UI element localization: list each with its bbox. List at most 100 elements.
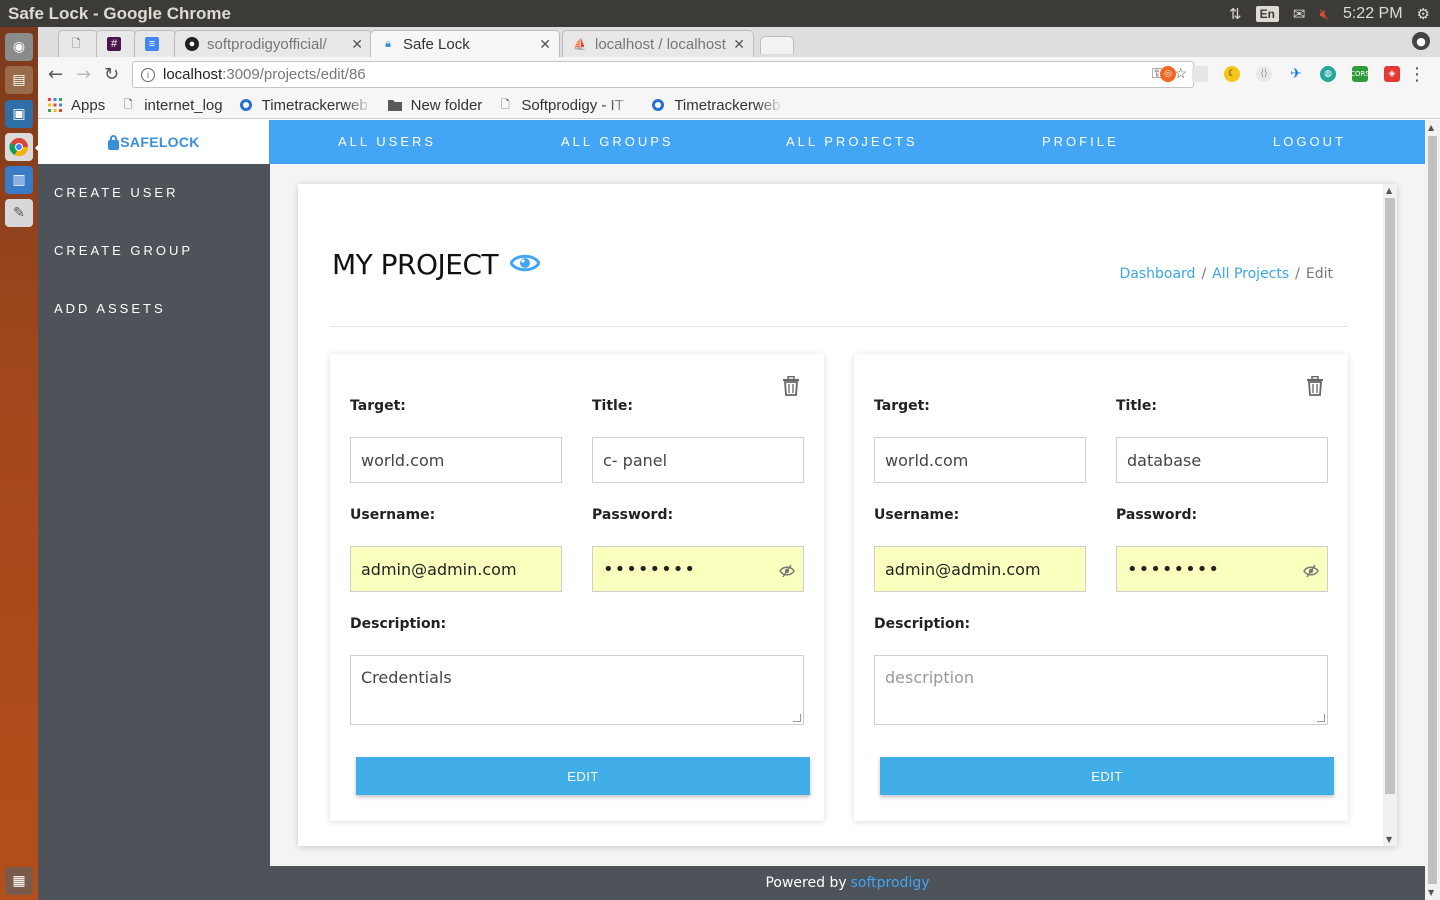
launcher: ◉ ▤ ▣ ▥ ✎ ▦	[0, 27, 40, 900]
resize-handle[interactable]	[793, 714, 801, 722]
tab-blank[interactable]: 🗋	[58, 30, 98, 57]
os-top-bar: Safe Lock - Google Chrome ⇅ En ✉ 🔇︎ 5:22…	[0, 0, 1440, 27]
phpmyadmin-icon: ⛵	[573, 38, 587, 51]
footer-link[interactable]: softprodigy	[851, 875, 930, 891]
browser-toolbar: ← → ↻ i localhost:3009/projects/edit/86 …	[38, 57, 1440, 92]
extension-ubuntu-icon[interactable]: ◎	[1160, 66, 1176, 82]
nav-logout[interactable]: LOGOUT	[1273, 134, 1346, 149]
close-tab-icon[interactable]: ✕	[733, 36, 745, 53]
description-textarea[interactable]: Credentials	[350, 655, 804, 725]
text-editor-icon[interactable]: ✎	[5, 199, 33, 227]
tab-github[interactable]: ● softprodigyofficial/ ✕	[174, 30, 372, 57]
close-tab-icon[interactable]: ✕	[351, 36, 363, 53]
tab-strip: 🗋 # ≡ ● softprodigyofficial/ ✕ 🔒︎ Safe L…	[38, 27, 1440, 57]
extension-code-icon[interactable]: ⟨⟩	[1256, 66, 1272, 82]
sidebar: SAFELOCK CREATE USER CREATE GROUP ADD AS…	[38, 120, 270, 900]
terminal-icon[interactable]: ▣	[5, 100, 33, 128]
slack-icon: #	[107, 37, 121, 51]
chrome-icon[interactable]	[5, 133, 33, 161]
bookmark-new-folder[interactable]: New folder	[387, 97, 482, 114]
username-input[interactable]: admin@admin.com	[874, 546, 1086, 592]
resize-handle[interactable]	[1317, 714, 1325, 722]
password-value: ••••••••	[1127, 558, 1220, 580]
title-input[interactable]: database	[1116, 437, 1328, 483]
nav-all-groups[interactable]: ALL GROUPS	[561, 134, 674, 149]
address-bar[interactable]: i localhost:3009/projects/edit/86 ⚿ ☆	[132, 61, 1194, 88]
password-input[interactable]: ••••••••	[592, 546, 804, 592]
document-viewer-icon[interactable]: ▥	[5, 166, 33, 194]
title-input[interactable]: c- panel	[592, 437, 804, 483]
project-card: MY PROJECT Dashboard / All Projects / Edit T…	[298, 184, 1397, 846]
tab-phpmyadmin[interactable]: ⛵ localhost / localhost ✕	[562, 30, 754, 57]
eye-icon[interactable]	[509, 250, 541, 280]
scrollbar-thumb[interactable]	[1385, 198, 1395, 794]
scroll-down-icon[interactable]: ▼	[1386, 835, 1392, 844]
apps-grid-icon	[48, 98, 62, 112]
settings-gear-icon[interactable]: ⚙	[1417, 5, 1430, 23]
target-input[interactable]: world.com	[874, 437, 1086, 483]
network-icon[interactable]: ⇅	[1229, 5, 1242, 23]
asset-card: Target: Title: world.com c- panel Userna…	[330, 354, 824, 821]
extension-grid-icon[interactable]	[1192, 66, 1208, 82]
bookmark-softprodigy[interactable]: 🗋 Softprodigy - IT	[498, 97, 635, 114]
trash-launcher-icon[interactable]: ▦	[5, 867, 33, 895]
bookmark-timetracker-2[interactable]: Timetrackerweb	[651, 97, 784, 114]
bookmark-internet-log[interactable]: 🗋 internet_log	[121, 97, 223, 114]
dash-home-icon[interactable]: ◉	[5, 33, 33, 61]
forward-arrow-icon[interactable]: →	[76, 64, 91, 85]
tab-safe-lock[interactable]: 🔒︎ Safe Lock ✕	[370, 30, 560, 57]
brand-logo[interactable]: SAFELOCK	[38, 120, 270, 164]
tab-slack[interactable]: #	[96, 30, 136, 57]
profile-icon[interactable]: ●	[1412, 32, 1430, 50]
scroll-up-icon[interactable]: ▲	[1386, 186, 1392, 195]
extension-plane-icon[interactable]: ✈	[1288, 66, 1304, 82]
trash-icon[interactable]	[782, 375, 800, 400]
breadcrumb-dashboard[interactable]: Dashboard	[1119, 266, 1195, 282]
extension-globe-icon[interactable]: ◍	[1320, 66, 1336, 82]
files-icon[interactable]: ▤	[5, 66, 33, 94]
extension-notify-icon[interactable]: ◈	[1384, 66, 1400, 82]
sidebar-item-add-assets[interactable]: ADD ASSETS	[54, 301, 166, 316]
site-info-icon[interactable]: i	[141, 67, 155, 82]
back-arrow-icon[interactable]: ←	[48, 64, 63, 85]
page-scrollbar[interactable]: ▲ ▼	[1425, 120, 1440, 900]
nav-all-projects[interactable]: ALL PROJECTS	[786, 134, 918, 149]
toggle-password-eye-icon[interactable]	[1303, 562, 1319, 583]
breadcrumb-all-projects[interactable]: All Projects	[1212, 266, 1289, 282]
bookmark-timetracker[interactable]: Timetrackerweb	[239, 97, 372, 114]
scroll-up-icon[interactable]: ▲	[1428, 123, 1434, 132]
password-input[interactable]: ••••••••	[1116, 546, 1328, 592]
reload-icon[interactable]: ↻	[104, 64, 119, 85]
close-tab-icon[interactable]: ✕	[539, 36, 551, 53]
new-tab-button[interactable]	[760, 36, 794, 54]
edit-button[interactable]: EDIT	[880, 757, 1334, 795]
breadcrumb-separator: /	[1201, 266, 1207, 282]
edit-button[interactable]: EDIT	[356, 757, 810, 795]
title-label: Title:	[592, 398, 633, 414]
bookmark-apps[interactable]: Apps	[48, 97, 105, 114]
toggle-password-eye-icon[interactable]	[779, 562, 795, 583]
tab-label: Safe Lock	[403, 35, 470, 53]
username-input[interactable]: admin@admin.com	[350, 546, 562, 592]
sidebar-item-create-user[interactable]: CREATE USER	[54, 185, 179, 200]
description-textarea[interactable]: description	[874, 655, 1328, 725]
scrollbar-thumb[interactable]	[1428, 136, 1437, 884]
clock[interactable]: 5:22 PM	[1343, 5, 1403, 23]
trash-icon[interactable]	[1306, 375, 1324, 400]
keyboard-language[interactable]: En	[1255, 5, 1279, 22]
card-scrollbar[interactable]: ▲ ▼	[1383, 184, 1397, 846]
nav-profile[interactable]: PROFILE	[1042, 134, 1119, 149]
password-label: Password:	[592, 507, 674, 523]
extension-cors-icon[interactable]: CORS	[1350, 66, 1370, 82]
extension-moon-icon[interactable]: ☾	[1224, 66, 1240, 82]
scroll-down-icon[interactable]: ▼	[1428, 888, 1434, 897]
bookmark-star-icon[interactable]: ☆	[1174, 65, 1187, 82]
nav-all-users[interactable]: ALL USERS	[338, 134, 436, 149]
sidebar-item-create-group[interactable]: CREATE GROUP	[54, 243, 193, 258]
tab-docs[interactable]: ≡	[134, 30, 176, 57]
mail-icon[interactable]: ✉	[1293, 5, 1306, 23]
docs-icon: ≡	[145, 37, 159, 51]
chrome-menu-icon[interactable]: ⋮	[1408, 64, 1426, 85]
volume-muted-icon[interactable]: 🔇︎	[1320, 5, 1329, 23]
target-input[interactable]: world.com	[350, 437, 562, 483]
